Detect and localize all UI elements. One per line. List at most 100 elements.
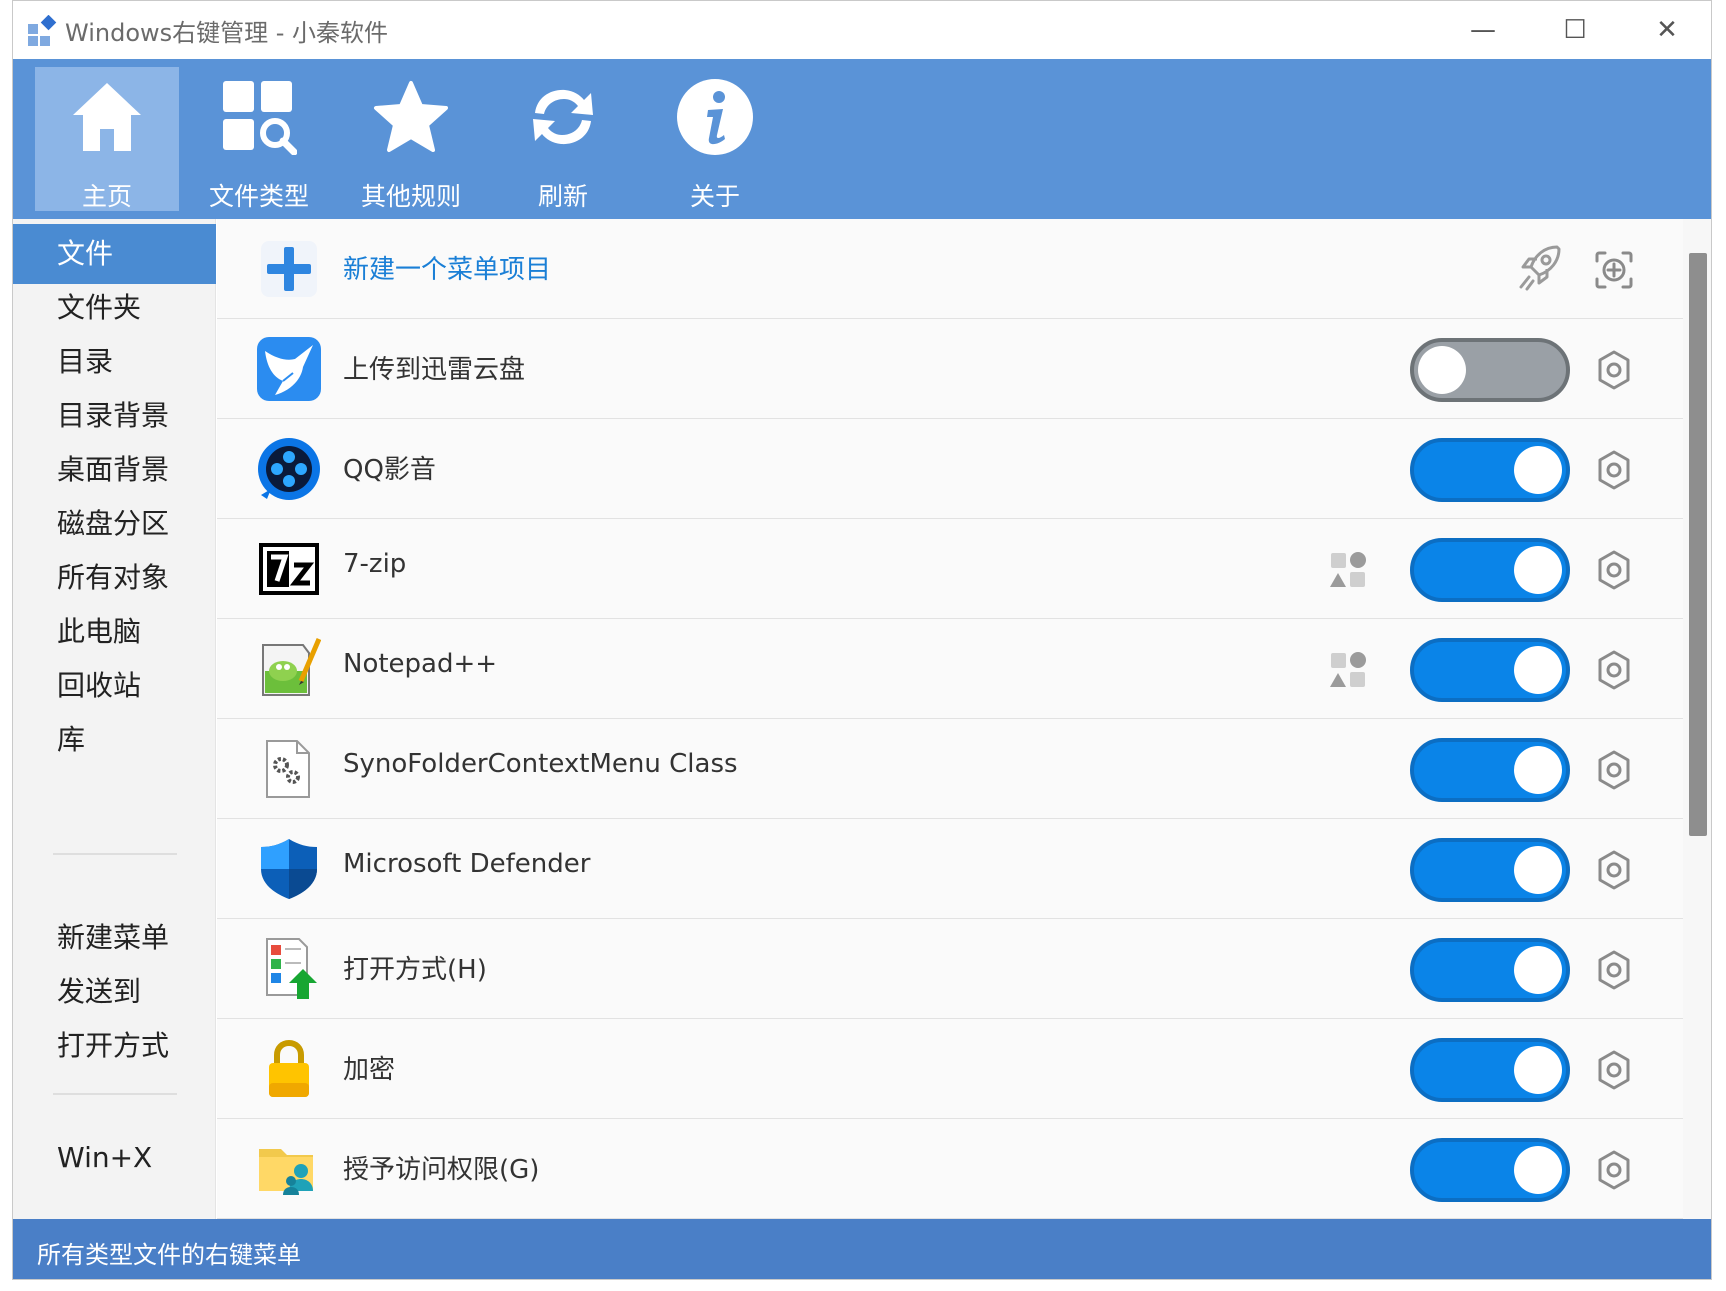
sidebar-item-folder[interactable]: 文件夹 [13, 278, 216, 338]
7zip-icon [259, 543, 319, 595]
toggle-knob [1514, 1046, 1562, 1094]
menu-item-label: SynoFolderContextMenu Class [343, 749, 738, 779]
menu-item-toggle[interactable] [1410, 638, 1570, 702]
gear-document-icon [266, 740, 310, 798]
sidebar-divider [53, 853, 177, 855]
menu-item-list: 新建一个菜单项目 上传到迅雷云盘 QQ影音 7-zip Notepad++ Sy… [217, 219, 1683, 1219]
open-with-icon [266, 938, 317, 999]
add-new-icon[interactable] [1593, 249, 1635, 291]
settings-gear-icon[interactable] [1593, 449, 1635, 491]
sidebar-item-directory[interactable]: 目录 [13, 332, 216, 392]
sidebar-item-directory-background[interactable]: 目录背景 [13, 386, 216, 446]
menu-item-row: Notepad++ [217, 619, 1683, 719]
menu-item-label: QQ影音 [343, 455, 436, 485]
new-menu-item-label[interactable]: 新建一个菜单项目 [343, 249, 551, 286]
minimize-button[interactable]: — [1437, 1, 1529, 59]
menu-item-label: Microsoft Defender [343, 849, 591, 879]
sidebar-divider [53, 1093, 177, 1095]
menu-item-toggle[interactable] [1410, 738, 1570, 802]
title-bar: Windows右键管理 - 小秦软件 — ☐ ✕ [13, 1, 1711, 59]
menu-item-label: 授予访问权限(G) [343, 1155, 540, 1185]
menu-item-toggle[interactable] [1410, 538, 1570, 602]
new-menu-item-row[interactable]: 新建一个菜单项目 [217, 219, 1683, 319]
menu-item-row: QQ影音 [217, 419, 1683, 519]
sidebar-item-send-to[interactable]: 发送到 [13, 962, 216, 1022]
qq-player-icon [258, 438, 320, 500]
sidebar-item-library[interactable]: 库 [13, 710, 216, 770]
file-types-icon [223, 81, 297, 155]
settings-gear-icon[interactable] [1593, 649, 1635, 691]
status-text: 所有类型文件的右键菜单 [37, 1241, 301, 1269]
main-toolbar: 主页 文件类型 其他规则 刷新 关于 [13, 59, 1711, 219]
menu-item-toggle[interactable] [1410, 838, 1570, 902]
shapes-icon[interactable] [1329, 551, 1367, 589]
menu-item-toggle[interactable] [1410, 1138, 1570, 1202]
settings-gear-icon[interactable] [1593, 949, 1635, 991]
menu-item-label: 打开方式(H) [343, 955, 487, 985]
shapes-icon[interactable] [1329, 651, 1367, 689]
toolbar-label: 其他规则 [360, 182, 461, 211]
scrollbar-thumb[interactable] [1689, 253, 1707, 836]
toggle-knob [1514, 1146, 1562, 1194]
toggle-knob [1514, 646, 1562, 694]
menu-item-row: 7-zip [217, 519, 1683, 619]
settings-gear-icon[interactable] [1593, 749, 1635, 791]
refresh-icon [533, 89, 593, 145]
toolbar-other-rules-button[interactable]: 其他规则 [339, 67, 483, 211]
settings-gear-icon[interactable] [1593, 1149, 1635, 1191]
toolbar-about-button[interactable]: 关于 [643, 67, 787, 211]
star-icon [374, 81, 448, 152]
menu-item-row: 授予访问权限(G) [217, 1119, 1683, 1219]
menu-item-label: 7-zip [343, 549, 407, 579]
sidebar-item-drive[interactable]: 磁盘分区 [13, 494, 216, 554]
app-window: Windows右键管理 - 小秦软件 — ☐ ✕ 主页 文件类型 其他规则 刷新… [12, 0, 1712, 1280]
toolbar-label: 刷新 [537, 182, 588, 211]
notepad-plus-plus-icon [262, 638, 321, 696]
sidebar-item-new-menu[interactable]: 新建菜单 [13, 908, 216, 968]
menu-item-toggle[interactable] [1410, 1038, 1570, 1102]
lock-icon [269, 1039, 309, 1097]
settings-gear-icon[interactable] [1593, 549, 1635, 591]
settings-gear-icon[interactable] [1593, 349, 1635, 391]
sidebar-item-win-x[interactable]: Win+X [13, 1128, 216, 1188]
app-logo-icon [28, 15, 57, 46]
sidebar-item-recycle-bin[interactable]: 回收站 [13, 656, 216, 716]
toolbar-label: 关于 [689, 182, 740, 211]
menu-item-toggle[interactable] [1410, 438, 1570, 502]
toggle-knob [1514, 846, 1562, 894]
home-icon [73, 83, 141, 151]
settings-gear-icon[interactable] [1593, 1049, 1635, 1091]
close-button[interactable]: ✕ [1621, 1, 1711, 59]
sidebar-item-all-objects[interactable]: 所有对象 [13, 548, 216, 608]
sidebar: 文件 文件夹 目录 目录背景 桌面背景 磁盘分区 所有对象 此电脑 回收站 库 … [13, 219, 216, 1219]
menu-item-label: 加密 [343, 1055, 396, 1085]
toggle-knob [1418, 346, 1466, 394]
menu-item-toggle[interactable] [1410, 338, 1570, 402]
plus-icon [261, 241, 317, 297]
share-folder-icon [259, 1149, 313, 1195]
menu-item-row: Microsoft Defender [217, 819, 1683, 919]
toolbar-label: 主页 [81, 182, 132, 211]
toggle-knob [1514, 546, 1562, 594]
toolbar-file-types-button[interactable]: 文件类型 [187, 67, 331, 211]
minimize-icon: — [1470, 15, 1496, 45]
thunder-bird-icon [257, 337, 321, 401]
menu-item-toggle[interactable] [1410, 938, 1570, 1002]
defender-shield-icon [261, 839, 317, 899]
sidebar-item-file[interactable]: 文件 [13, 224, 216, 284]
sidebar-item-this-pc[interactable]: 此电脑 [13, 602, 216, 662]
window-title: Windows右键管理 - 小秦软件 [65, 19, 389, 47]
sidebar-item-desktop-background[interactable]: 桌面背景 [13, 440, 216, 500]
rocket-icon[interactable] [1517, 243, 1563, 291]
menu-item-row: 加密 [217, 1019, 1683, 1119]
menu-item-label: Notepad++ [343, 649, 498, 679]
toolbar-refresh-button[interactable]: 刷新 [491, 67, 635, 211]
sidebar-item-open-with[interactable]: 打开方式 [13, 1016, 216, 1076]
settings-gear-icon[interactable] [1593, 849, 1635, 891]
maximize-button[interactable]: ☐ [1529, 1, 1621, 59]
toolbar-home-button[interactable]: 主页 [35, 67, 179, 211]
menu-item-row: 上传到迅雷云盘 [217, 319, 1683, 419]
info-icon [677, 79, 753, 155]
menu-item-label: 上传到迅雷云盘 [343, 355, 526, 385]
menu-item-row: 打开方式(H) [217, 919, 1683, 1019]
